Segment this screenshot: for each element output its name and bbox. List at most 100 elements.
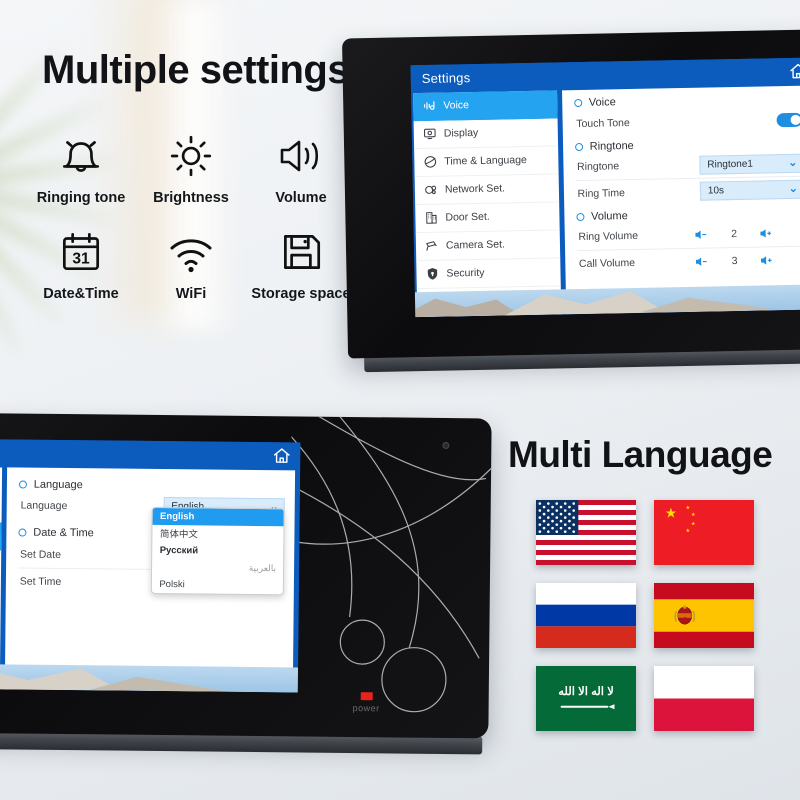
chevron-down-icon: ⌄ — [788, 183, 799, 196]
home-icon[interactable] — [272, 446, 291, 465]
row-call-volume: Call Volume 3 — [577, 246, 800, 276]
row-label: Ringtone — [576, 160, 620, 174]
sidebar-item-label: Display — [443, 127, 479, 140]
group-label: Volume — [590, 209, 628, 223]
language-option-russian[interactable]: Русский — [153, 541, 284, 559]
language-dropdown-list[interactable]: English 简体中文 Русский بالعربية Polski — [151, 506, 285, 595]
sidebar-item-label: Voice — [443, 99, 470, 112]
option-label: بالعربية — [248, 562, 277, 573]
power-indicator: power — [353, 692, 380, 713]
language-option-polish[interactable]: Polski — [152, 575, 283, 593]
settings-title: Settings — [421, 70, 471, 87]
speaker-minus-icon[interactable] — [695, 229, 708, 241]
sidebar-item-network-set[interactable]: Network Set. — [0, 548, 2, 579]
clock-icon — [422, 155, 437, 170]
language-option-chinese[interactable]: 简体中文 — [153, 524, 284, 542]
speaker-plus-icon[interactable] — [761, 254, 774, 266]
sidebar-item-label: Security — [446, 267, 485, 280]
sidebar-item-camera-set[interactable]: Camera Set. — [0, 604, 1, 634]
power-led — [360, 692, 373, 701]
svg-text:لا اله الا الله: لا اله الا الله — [558, 685, 614, 698]
touch-tone-toggle[interactable] — [776, 112, 800, 127]
settings-sidebar-top: Voice Display Time & Language Network Se… — [413, 90, 561, 318]
flag-spain — [654, 583, 754, 648]
feature-label: Ringing tone — [36, 190, 126, 206]
feature-ringing-tone: Ringing tone — [26, 128, 136, 206]
group-label: Language — [33, 478, 83, 491]
speaker-minus-icon[interactable] — [696, 255, 709, 267]
ringtone-select[interactable]: Ringtone1 ⌄ — [699, 153, 800, 175]
wifi-icon — [165, 224, 217, 280]
page-title-multi-language: Multi Language — [508, 434, 773, 475]
select-value: Ringtone1 — [707, 158, 754, 171]
feature-label: Date&Time — [43, 286, 119, 302]
ring-volume-stepper: 2 — [695, 228, 773, 241]
calendar-day-number: 31 — [72, 250, 90, 267]
speaker-icon — [275, 128, 327, 184]
chevron-down-icon: ⌄ — [788, 156, 798, 169]
voice-icon — [421, 98, 436, 113]
ring-volume-value: 2 — [731, 228, 738, 241]
shield-icon — [424, 267, 439, 282]
tablet-device-top: Settings Voice Display Time & Language N… — [341, 29, 800, 373]
sidebar-item-display[interactable]: Display — [0, 492, 2, 523]
option-label: Polski — [159, 578, 185, 590]
group-label: Date & Time — [33, 526, 94, 539]
sidebar-item-door-set[interactable]: Door Set. — [0, 576, 1, 606]
speaker-plus-icon[interactable] — [760, 228, 773, 240]
language-option-arabic[interactable]: بالعربية — [152, 558, 283, 576]
home-icon[interactable] — [789, 62, 800, 81]
sidebar-item-voice[interactable]: Voice — [413, 90, 558, 121]
row-touch-tone[interactable]: Touch Tone — [574, 106, 800, 136]
feature-volume: Volume — [246, 128, 356, 206]
row-label: Set Time — [19, 575, 62, 588]
floppy-disk-icon — [276, 224, 326, 280]
sidebar-item-security[interactable]: Security — [416, 258, 561, 290]
poster-canvas: Multiple settings Multi Language Ringing… — [0, 0, 800, 800]
radio-dot-icon — [574, 142, 583, 151]
flag-china — [654, 500, 754, 565]
flag-russia — [536, 583, 636, 648]
feature-label: Storage space — [251, 286, 351, 302]
group-label: Ringtone — [589, 139, 634, 153]
group-label: Voice — [588, 96, 616, 109]
bell-icon — [56, 128, 106, 184]
option-label: English — [160, 510, 195, 522]
sidebar-item-network-set[interactable]: Network Set. — [414, 174, 559, 206]
call-volume-stepper: 3 — [696, 254, 774, 267]
sidebar-item-camera-set[interactable]: Camera Set. — [415, 230, 560, 262]
feature-storage-space: Storage space — [246, 224, 356, 302]
radio-dot-icon — [575, 212, 585, 221]
language-option-english[interactable]: English — [152, 507, 284, 526]
settings-sidebar-bottom: Voice Display — [0, 465, 2, 690]
feature-label: Brightness — [153, 190, 229, 206]
sidebar-item-voice[interactable]: Voice — [0, 465, 2, 495]
feature-label: Volume — [275, 190, 327, 206]
sidebar-item-label: Time & Language — [444, 154, 527, 168]
sidebar-item-label: Door Set. — [445, 211, 490, 224]
row-label: Touch Tone — [576, 116, 630, 130]
display-icon — [422, 127, 437, 142]
call-volume-value: 3 — [731, 254, 738, 267]
option-label: Русский — [159, 544, 199, 556]
calendar-icon: 31 — [56, 224, 106, 280]
select-value: 10s — [707, 185, 725, 197]
sidebar-item-time-language[interactable]: Time & Language — [414, 146, 559, 177]
language-flag-grid: لا اله الا الله — [536, 500, 754, 731]
network-icon — [423, 183, 438, 198]
ring-time-select[interactable]: 10s ⌄ — [699, 179, 800, 201]
settings-panel-time-language: Language Language English ⌄ Date & Time — [4, 466, 296, 693]
row-label: Call Volume — [578, 256, 636, 270]
option-label: 简体中文 — [159, 528, 198, 541]
row-ring-time[interactable]: Ring Time 10s ⌄ — [575, 176, 800, 206]
sidebar-item-time-language[interactable]: Time & Language — [0, 520, 2, 551]
camera-icon — [424, 239, 439, 254]
feature-icon-grid: Ringing tone Brightness Volume 31 Date&T… — [26, 128, 356, 302]
sidebar-item-door-set[interactable]: Door Set. — [415, 202, 560, 234]
flag-united-states — [536, 500, 636, 565]
sidebar-item-display[interactable]: Display — [413, 118, 558, 149]
flag-poland — [654, 666, 754, 731]
feature-brightness: Brightness — [136, 128, 246, 206]
camera-dot — [442, 441, 450, 450]
device-screen-top: Settings Voice Display Time & Language N… — [410, 57, 800, 318]
